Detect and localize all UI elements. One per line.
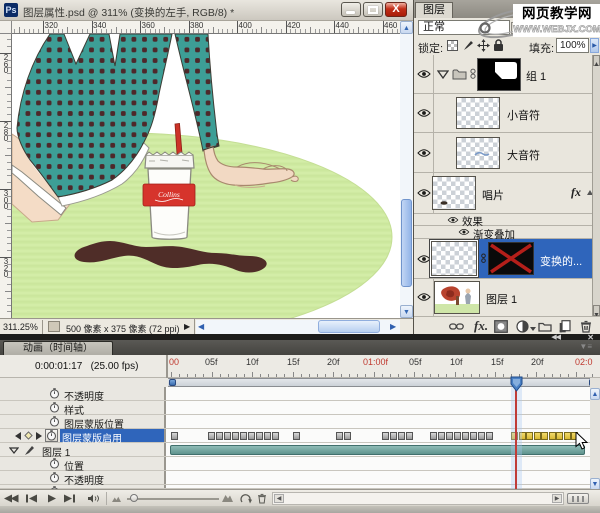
- svg-text:Collins: Collins: [158, 190, 180, 199]
